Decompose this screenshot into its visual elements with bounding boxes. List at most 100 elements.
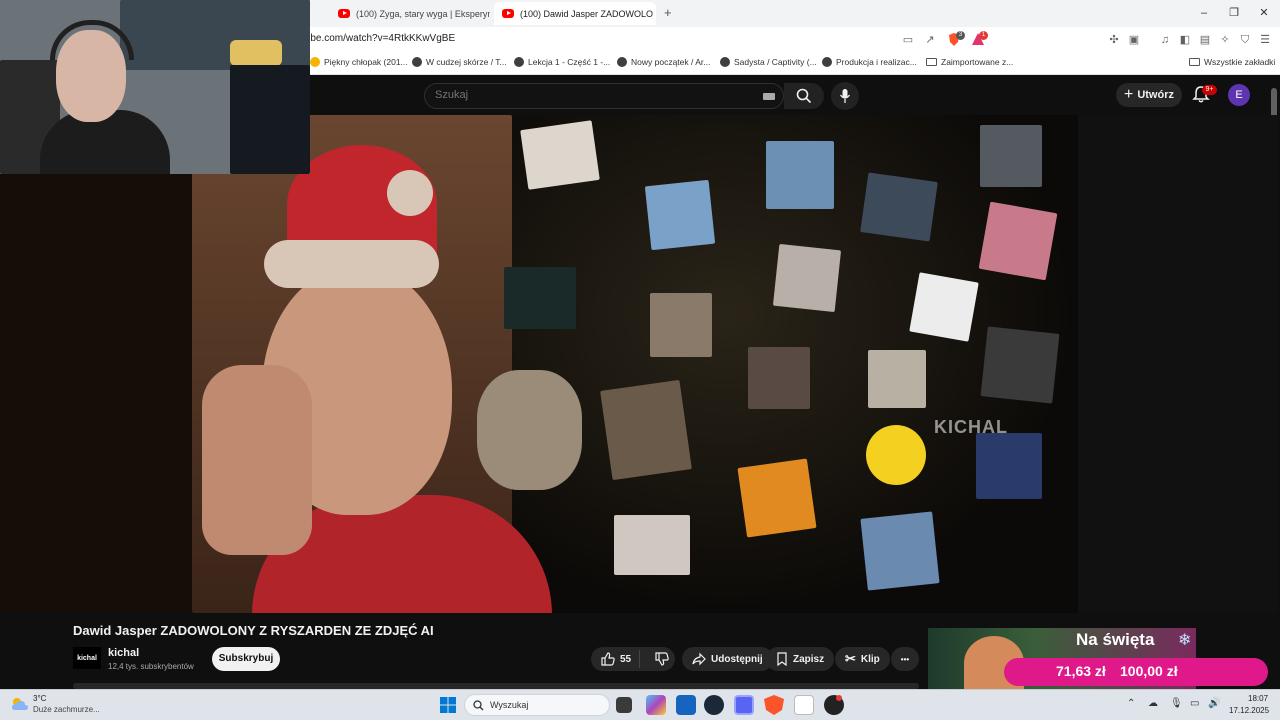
windows-start-icon[interactable] bbox=[440, 697, 456, 713]
footballer-photo bbox=[772, 243, 842, 313]
cartoon-photo bbox=[909, 272, 979, 342]
bookmark-item[interactable]: W cudzej skórze / T... bbox=[412, 57, 507, 67]
share-page-icon[interactable]: ↗ bbox=[922, 32, 938, 48]
tab-title: (100) Dawid Jasper ZADOWOLO bbox=[520, 8, 654, 19]
bookmark-item[interactable]: Produkcja i realizac... bbox=[822, 57, 917, 67]
ad-price-bar[interactable]: 71,63 zł 100,00 zł bbox=[1004, 658, 1268, 686]
url-field[interactable]: tube.com/watch?v=4RtkKKwVgBE bbox=[302, 33, 455, 44]
task-view-icon[interactable] bbox=[616, 697, 632, 713]
clip-button[interactable]: ✂ Klip bbox=[835, 647, 890, 671]
bookmark-item[interactable]: Sadysta / Captivity (... bbox=[720, 57, 817, 67]
more-actions-button[interactable]: ••• bbox=[891, 647, 919, 671]
snow-man-photo bbox=[860, 511, 940, 591]
network-icon[interactable]: ☁ bbox=[1148, 698, 1158, 709]
ad-title: Na święta bbox=[1076, 630, 1155, 649]
weather-temperature: 3°C bbox=[33, 694, 47, 703]
obs-notification-dot bbox=[836, 695, 842, 701]
speaker-object bbox=[230, 40, 282, 66]
thumbs-up-icon bbox=[601, 652, 615, 666]
display-icon[interactable]: ▭ bbox=[1190, 698, 1199, 709]
notepad-icon[interactable] bbox=[794, 695, 814, 715]
save-button[interactable]: Zapisz bbox=[766, 647, 835, 671]
search-input[interactable] bbox=[435, 89, 735, 101]
subscriber-count: 12,4 tys. subskrybentów bbox=[108, 662, 194, 671]
maximize-button[interactable]: ❐ bbox=[1224, 4, 1244, 22]
new-tab-button[interactable]: + bbox=[664, 5, 672, 20]
bookmark-folder[interactable]: Zaimportowane z... bbox=[926, 57, 1013, 67]
share-button[interactable]: Udostępnij bbox=[682, 647, 773, 671]
steam-icon[interactable] bbox=[704, 695, 724, 715]
cat-glasses-photo bbox=[766, 141, 834, 209]
keyboard-icon[interactable] bbox=[763, 93, 775, 100]
ad-price-old: 100,00 zł bbox=[1120, 663, 1178, 679]
tab-active[interactable]: (100) Dawid Jasper ZADOWOLO ✕ bbox=[494, 2, 656, 25]
minimize-button[interactable]: – bbox=[1194, 4, 1214, 22]
bookmark-favicon-icon bbox=[514, 57, 524, 67]
thumbs-down-icon bbox=[655, 652, 669, 666]
channel-name[interactable]: kichal bbox=[108, 647, 139, 659]
taskbar-search[interactable]: Wyszukaj bbox=[464, 694, 610, 716]
tab-title: (100) Zyga, stary wyga | Eksperyment bbox=[356, 8, 490, 19]
like-dislike-group: 55 bbox=[591, 647, 675, 671]
share-icon bbox=[692, 652, 706, 666]
reader-icon[interactable]: ▣ bbox=[1126, 32, 1142, 48]
scissors-icon: ✂ bbox=[845, 651, 856, 666]
windows-taskbar: 3°C Duże zachmurze... Wyszukaj ⌃ ☁ 🎙 ▭ 🔊… bbox=[0, 689, 1280, 720]
bookmark-icon bbox=[777, 652, 787, 666]
brave-shield-badge: 3 bbox=[956, 31, 965, 40]
discord-icon[interactable] bbox=[734, 695, 754, 715]
snowflake-icon: ❄ bbox=[1178, 632, 1192, 649]
channel-logo[interactable]: kichal bbox=[73, 647, 101, 669]
awesome-face-icon bbox=[866, 425, 926, 485]
clock-time[interactable]: 18:07 bbox=[1248, 694, 1268, 703]
copilot-icon[interactable] bbox=[646, 695, 666, 715]
video-player[interactable]: KICHAL bbox=[192, 115, 1078, 613]
youtube-favicon-icon bbox=[502, 9, 514, 18]
create-button[interactable]: + Utwórz bbox=[1116, 83, 1182, 107]
woman-photo bbox=[978, 201, 1058, 281]
store-icon[interactable] bbox=[676, 695, 696, 715]
money-icon-photo bbox=[504, 267, 576, 329]
rewards-badge: 1 bbox=[979, 31, 988, 40]
microphone-tray-icon[interactable]: 🎙 bbox=[1170, 698, 1183, 709]
perry-platypus-photo bbox=[737, 458, 817, 538]
tab-previous[interactable]: (100) Zyga, stary wyga | Eksperyment bbox=[330, 2, 490, 25]
wallet-icon[interactable]: ▤ bbox=[1197, 32, 1213, 48]
bookmark-item[interactable]: Lekcja 1 - Część 1 -... bbox=[514, 57, 610, 67]
man-selfie-photo bbox=[644, 179, 716, 251]
vpn-icon[interactable]: ⛉ bbox=[1237, 32, 1253, 48]
close-window-button[interactable]: ✕ bbox=[1254, 4, 1274, 22]
account-avatar[interactable]: E bbox=[1228, 84, 1250, 106]
youtube-favicon-icon bbox=[338, 9, 350, 18]
all-bookmarks-folder[interactable]: Wszystkie zakładki bbox=[1189, 57, 1275, 67]
like-button[interactable]: 55 bbox=[591, 650, 641, 668]
figure-photo bbox=[860, 172, 938, 242]
weather-description: Duże zachmurze... bbox=[33, 705, 100, 714]
leo-ai-icon[interactable]: ✧ bbox=[1217, 32, 1233, 48]
music-icon[interactable]: ♫ bbox=[1157, 32, 1173, 48]
menu-icon[interactable]: ☰ bbox=[1257, 32, 1273, 48]
weather-cloud-icon[interactable] bbox=[10, 696, 30, 712]
brave-browser-icon[interactable] bbox=[764, 695, 784, 715]
bookmark-favicon-icon bbox=[617, 57, 627, 67]
santa-hat-brim bbox=[264, 240, 439, 288]
tray-chevron-icon[interactable]: ⌃ bbox=[1127, 698, 1135, 709]
bookmark-item[interactable]: Nowy początek / Ar... bbox=[617, 57, 710, 67]
search-button[interactable] bbox=[784, 83, 824, 109]
santa-hat-pompom bbox=[387, 170, 433, 216]
gloved-hand-photo bbox=[748, 347, 810, 409]
clock-date[interactable]: 17.12.2025 bbox=[1229, 706, 1269, 715]
video-title: Dawid Jasper ZADOWOLONY Z RYSZARDEN ZE Z… bbox=[73, 623, 434, 638]
voice-search-button[interactable] bbox=[831, 82, 859, 110]
bookmark-item[interactable]: Piękny chłopak (201... bbox=[310, 57, 408, 67]
bookmark-favicon-icon bbox=[412, 57, 422, 67]
search-icon bbox=[796, 88, 812, 104]
subscribe-button[interactable]: Subskrybuj bbox=[212, 647, 280, 671]
stork-photo bbox=[868, 350, 926, 408]
cast-icon[interactable]: ▭ bbox=[900, 32, 916, 48]
extensions-icon[interactable]: ✣ bbox=[1106, 32, 1122, 48]
volume-icon[interactable]: 🔊 bbox=[1208, 698, 1220, 709]
dislike-button[interactable] bbox=[645, 652, 669, 666]
sidebar-icon[interactable]: ◧ bbox=[1177, 32, 1193, 48]
bookmark-favicon-icon bbox=[720, 57, 730, 67]
